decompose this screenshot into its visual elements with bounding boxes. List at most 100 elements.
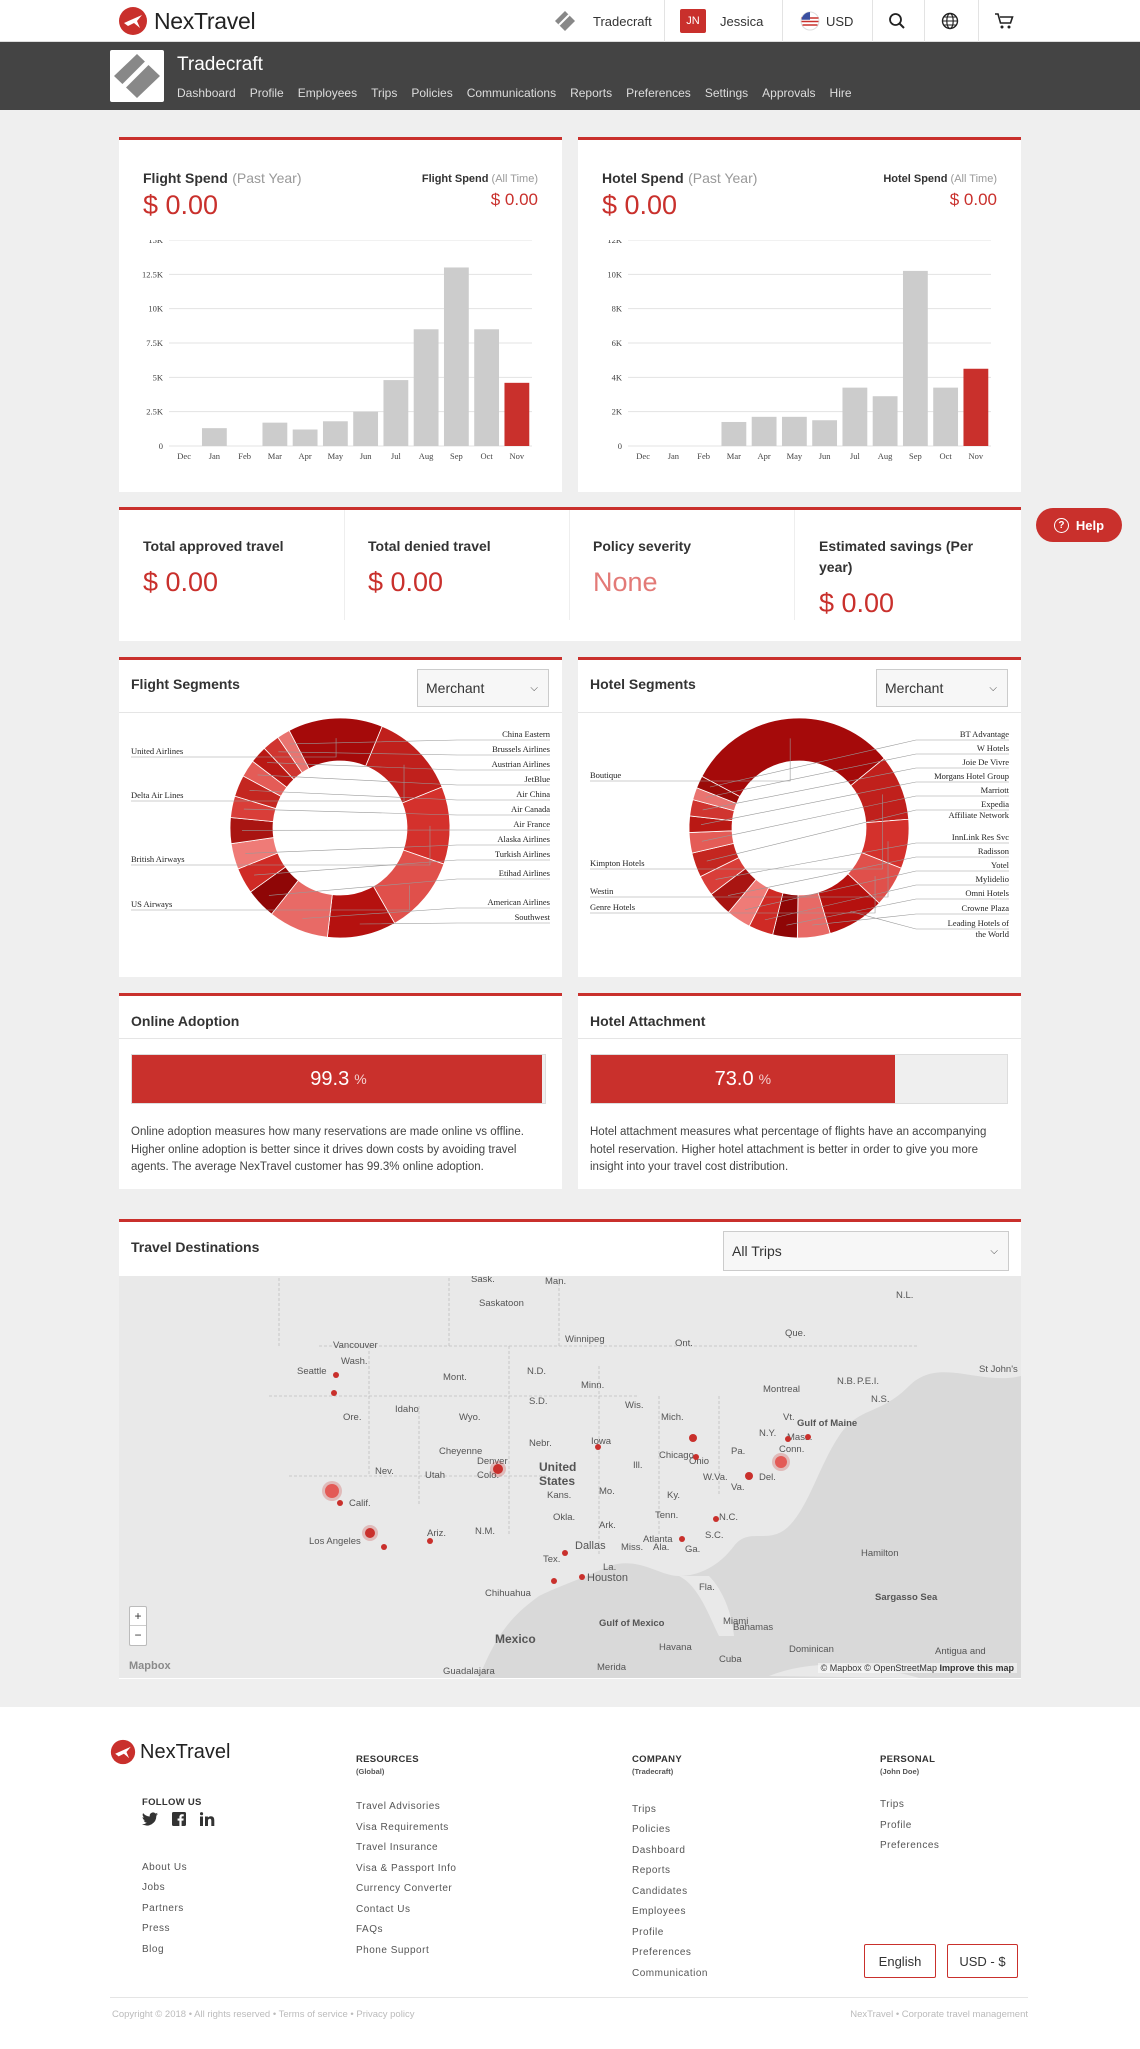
footer-link-phone-support[interactable]: Phone Support	[356, 1945, 429, 1956]
footer-link-reports[interactable]: Reports	[632, 1865, 671, 1876]
footer-link-candidates[interactable]: Candidates	[632, 1886, 688, 1897]
footer-link-personal-preferences[interactable]: Preferences	[880, 1840, 939, 1851]
footer-link-preferences[interactable]: Preferences	[632, 1947, 691, 1958]
x-tick-label: Aug	[419, 451, 434, 461]
map-marker[interactable]	[325, 1484, 339, 1498]
flight-spend-value: $ 0.00	[143, 190, 219, 220]
map-marker[interactable]	[381, 1544, 387, 1550]
divider	[782, 0, 783, 42]
divider	[578, 1038, 1021, 1039]
hotel-spend-panel: Hotel Spend (Past Year) $ 0.00 Hotel Spe…	[578, 137, 1021, 492]
currency-button[interactable]: USD - $	[947, 1944, 1018, 1978]
user-menu[interactable]: JN Jessica	[680, 0, 763, 42]
footer-link-visa-passport[interactable]: Visa & Passport Info	[356, 1863, 456, 1874]
attribution-text[interactable]: © Mapbox © OpenStreetMap	[821, 1663, 937, 1673]
mapbox-logo[interactable]: Mapbox	[129, 1660, 171, 1672]
map-marker[interactable]	[713, 1516, 719, 1522]
map-marker[interactable]	[745, 1472, 753, 1480]
footer-link-personal-profile[interactable]: Profile	[880, 1820, 912, 1831]
company-nav-employees[interactable]: Employees	[298, 86, 357, 100]
online-adoption-value: 99.3	[310, 1067, 350, 1090]
map-marker[interactable]	[493, 1464, 503, 1474]
footer-link-blog[interactable]: Blog	[142, 1944, 164, 1955]
divider	[344, 510, 345, 620]
linkedin-icon[interactable]	[200, 1812, 215, 1826]
footer-link-faqs[interactable]: FAQs	[356, 1924, 383, 1935]
cart-button[interactable]	[994, 0, 1014, 42]
map-marker[interactable]	[562, 1550, 568, 1556]
map-marker[interactable]	[775, 1456, 787, 1468]
flight-spend-heading: Flight Spend (Past Year)	[143, 170, 301, 188]
footer-link-communication[interactable]: Communication	[632, 1968, 708, 1979]
x-tick-label: Oct	[939, 451, 952, 461]
hotel-spend-alltime-title: Hotel Spend	[883, 173, 948, 185]
footer-link-travel-insurance[interactable]: Travel Insurance	[356, 1842, 438, 1853]
company-bar: Tradecraft Dashboard Profile Employees T…	[0, 42, 1140, 110]
divider	[794, 510, 795, 620]
company-nav-reports[interactable]: Reports	[570, 86, 612, 100]
footer-link-trips[interactable]: Trips	[632, 1804, 656, 1815]
company-nav-hire[interactable]: Hire	[830, 86, 852, 100]
map-marker[interactable]	[337, 1500, 343, 1506]
company-nav-preferences[interactable]: Preferences	[626, 86, 691, 100]
footer-link-policies[interactable]: Policies	[632, 1824, 670, 1835]
divider	[872, 0, 873, 42]
footer-link-partners[interactable]: Partners	[142, 1903, 184, 1914]
trips-filter-select[interactable]: All Trips ⌵	[723, 1231, 1009, 1271]
language-button[interactable]: English	[864, 1944, 936, 1978]
brand-logo[interactable]: NexTravel	[118, 5, 256, 37]
bar	[842, 387, 868, 446]
company-title: COMPANY	[632, 1754, 682, 1765]
footer-link-profile[interactable]: Profile	[632, 1927, 664, 1938]
footer-link-contact-us[interactable]: Contact Us	[356, 1904, 410, 1915]
company-nav-approvals[interactable]: Approvals	[762, 86, 815, 100]
help-button[interactable]: ? Help	[1036, 508, 1122, 542]
map-marker[interactable]	[785, 1436, 791, 1442]
zoom-out-button[interactable]: −	[130, 1626, 146, 1645]
facebook-icon[interactable]	[172, 1812, 186, 1826]
destinations-map[interactable]: Sask. Saskatoon Man. Winnipeg Ont. Que. …	[119, 1276, 1021, 1678]
twitter-icon[interactable]	[142, 1812, 158, 1826]
segment-label: American Airlines	[487, 897, 550, 907]
currency-selector[interactable]: USD	[800, 0, 853, 42]
map-marker[interactable]	[331, 1390, 337, 1396]
map-marker[interactable]	[365, 1528, 375, 1538]
footer-link-visa-requirements[interactable]: Visa Requirements	[356, 1822, 449, 1833]
improve-map-link[interactable]: Improve this map	[939, 1663, 1014, 1673]
footer-link-press[interactable]: Press	[142, 1923, 170, 1934]
company-nav-trips[interactable]: Trips	[371, 86, 397, 100]
footer-logo[interactable]: NexTravel	[110, 1739, 230, 1765]
footer-link-jobs[interactable]: Jobs	[142, 1882, 165, 1893]
search-button[interactable]	[888, 0, 906, 42]
map-marker[interactable]	[551, 1578, 557, 1584]
map-marker[interactable]	[595, 1444, 601, 1450]
segment-label: Turkish Airlines	[495, 849, 550, 859]
company-nav-communications[interactable]: Communications	[467, 86, 556, 100]
footer-link-about[interactable]: About Us	[142, 1862, 187, 1873]
footer-link-dashboard[interactable]: Dashboard	[632, 1845, 685, 1856]
stat-approved: Total approved travel $ 0.00	[143, 536, 343, 666]
footer-link-employees[interactable]: Employees	[632, 1906, 686, 1917]
map-marker[interactable]	[805, 1434, 811, 1440]
company-nav-dashboard[interactable]: Dashboard	[177, 86, 236, 100]
footer-link-travel-advisories[interactable]: Travel Advisories	[356, 1801, 440, 1812]
company-nav-profile[interactable]: Profile	[250, 86, 284, 100]
flight-segments-select[interactable]: Merchant ⌵	[417, 669, 549, 707]
company-nav-settings[interactable]: Settings	[705, 86, 748, 100]
zoom-in-button[interactable]: +	[130, 1607, 146, 1626]
map-marker[interactable]	[427, 1538, 433, 1544]
hotel-segments-select[interactable]: Merchant ⌵	[876, 669, 1008, 707]
language-button[interactable]	[941, 0, 959, 42]
footer-link-currency-converter[interactable]: Currency Converter	[356, 1883, 452, 1894]
company-switcher[interactable]: Tradecraft	[553, 0, 652, 42]
company-heading: COMPANY (Tradecraft)	[632, 1754, 682, 1776]
map-marker[interactable]	[579, 1574, 585, 1580]
map-marker[interactable]	[689, 1434, 697, 1442]
map-marker[interactable]	[693, 1454, 699, 1460]
y-tick-label: 12K	[607, 240, 623, 245]
map-marker[interactable]	[333, 1372, 339, 1378]
footer-link-personal-trips[interactable]: Trips	[880, 1799, 904, 1810]
company-nav-policies[interactable]: Policies	[411, 86, 452, 100]
x-tick-label: Jun	[819, 451, 832, 461]
map-marker[interactable]	[679, 1536, 685, 1542]
